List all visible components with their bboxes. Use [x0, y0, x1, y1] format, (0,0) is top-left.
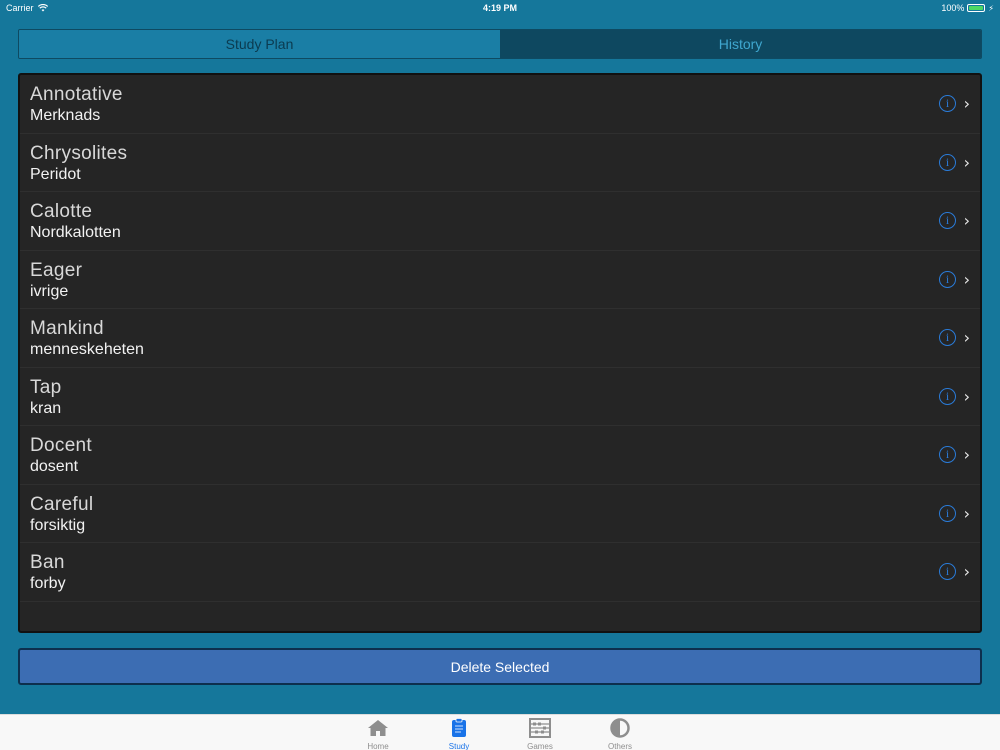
status-right: 100% ⚡ — [941, 3, 994, 13]
word-row[interactable]: Docent dosent i › — [20, 426, 980, 485]
word-row[interactable]: Mankind menneskeheten i › — [20, 309, 980, 368]
word-label: Tap — [30, 376, 62, 398]
word-list: Annotative Merknads i › Chrysolites Peridot i ›… — [18, 73, 982, 633]
info-icon[interactable]: i — [939, 270, 956, 288]
chevron-right-icon: › — [963, 445, 970, 464]
status-time: 4:19 PM — [482, 3, 517, 13]
chevron-right-icon: › — [963, 562, 970, 581]
word-row[interactable]: Tap kran i › — [20, 368, 980, 426]
battery-percent: 100% — [941, 3, 965, 13]
info-icon[interactable]: i — [939, 446, 956, 463]
info-icon[interactable]: i — [939, 153, 956, 171]
chevron-right-icon: › — [963, 269, 970, 289]
word-row[interactable]: Annotative Merknads i › — [20, 75, 980, 134]
translation-label: dosent — [30, 458, 79, 475]
word-row[interactable]: Careful forsiktig i › — [20, 485, 980, 543]
tab-games-label: Games — [527, 742, 553, 750]
word-label: Mankind — [30, 318, 104, 339]
chevron-right-icon: › — [963, 503, 970, 523]
half-circle-icon — [610, 718, 630, 738]
status-bar: Carrier 4:19 PM 100% ⚡ — [0, 0, 1000, 16]
word-label: Ban — [30, 552, 65, 573]
translation-label: Merknads — [30, 107, 101, 124]
info-icon[interactable]: i — [939, 563, 956, 580]
info-icon[interactable]: i — [939, 95, 956, 112]
word-label: Eager — [30, 259, 83, 281]
translation-label: Peridot — [30, 165, 81, 183]
info-icon[interactable]: i — [939, 387, 956, 405]
segment-study-plan[interactable]: Study Plan — [19, 30, 500, 58]
tab-home[interactable]: Home — [348, 718, 408, 750]
segment-history[interactable]: History — [500, 30, 981, 58]
info-icon[interactable]: i — [939, 504, 956, 522]
chevron-right-icon: › — [963, 94, 970, 113]
word-row[interactable]: Calotte Nordkalotten i › — [20, 192, 980, 251]
tab-others-label: Others — [607, 742, 632, 750]
word-label: Calotte — [30, 201, 93, 222]
word-row[interactable]: Chrysolites Peridot i › — [20, 134, 980, 192]
chevron-right-icon: › — [963, 152, 970, 172]
charging-icon: ⚡ — [988, 3, 994, 13]
translation-label: forby — [30, 575, 66, 592]
segmented-control: Study Plan History — [18, 29, 982, 59]
tab-others[interactable]: Others — [590, 718, 650, 750]
chevron-right-icon: › — [963, 211, 970, 230]
battery-icon — [967, 4, 986, 12]
home-icon — [368, 720, 388, 736]
translation-label: Nordkalotten — [30, 224, 121, 241]
tab-bar: Home Study Games Others — [0, 714, 1000, 750]
tab-games[interactable]: Games — [510, 718, 570, 750]
word-label: Chrysolites — [30, 142, 128, 164]
word-row[interactable]: Ban forby i › — [20, 543, 980, 602]
tab-study[interactable]: Study — [429, 718, 489, 750]
word-row[interactable]: Eager ivrige i › — [20, 251, 980, 309]
abacus-icon — [529, 718, 551, 738]
chevron-right-icon: › — [963, 386, 970, 406]
delete-selected-button[interactable]: Delete Selected — [18, 648, 982, 685]
info-icon[interactable]: i — [939, 212, 956, 229]
tab-home-label: Home — [367, 742, 389, 750]
word-label: Docent — [30, 435, 93, 456]
tab-study-label: Study — [448, 742, 470, 750]
translation-label: menneskeheten — [30, 341, 144, 358]
chevron-right-icon: › — [963, 328, 970, 347]
translation-label: ivrige — [30, 282, 69, 300]
word-label: Annotative — [30, 84, 123, 105]
translation-label: kran — [30, 399, 62, 417]
word-label: Careful — [30, 493, 94, 515]
info-icon[interactable]: i — [939, 329, 956, 346]
clipboard-icon — [452, 718, 466, 737]
translation-label: forsiktig — [30, 516, 86, 534]
